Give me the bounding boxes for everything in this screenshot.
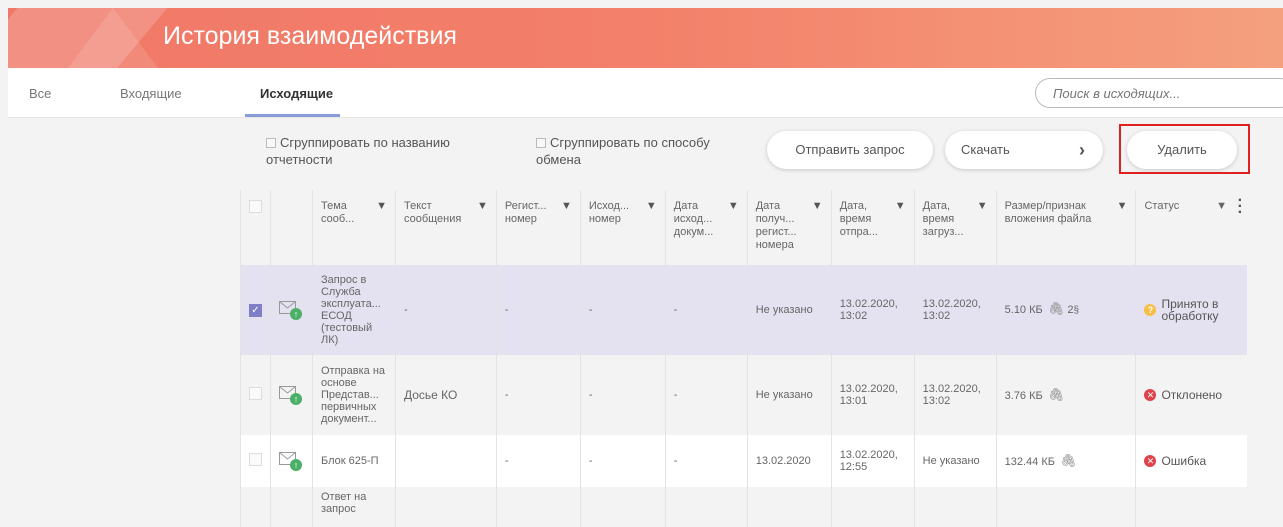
cell-sent: 13.02.2020, 13:02: [830, 265, 915, 355]
table-row[interactable]: ↑ Отправка на основе Представ... первичн…: [240, 355, 1247, 435]
attachment-icon[interactable]: 🖇: [1048, 301, 1065, 316]
cell-outdate: -: [664, 265, 748, 355]
group-by-name-checkbox[interactable]: Сгруппировать по названию отчетности: [266, 134, 466, 168]
cell-subject: Ответ на запрос: [311, 487, 396, 527]
column-header-out[interactable]: ▼ Исход... номер: [579, 190, 666, 265]
cell-subject: Запрос в Служба эксплуата... ЕСОД (тесто…: [311, 265, 396, 355]
more-vertical-icon[interactable]: · · ·: [1238, 193, 1243, 221]
column-header-outdate[interactable]: ▼ Дата исход... докум...: [664, 190, 748, 265]
cell-status: ✕ Ошибка: [1135, 435, 1247, 487]
filter-icon[interactable]: ▼: [1216, 200, 1227, 213]
pending-status-icon: ?: [1144, 304, 1157, 316]
cell-out: -: [579, 265, 666, 355]
filter-icon[interactable]: ▼: [561, 200, 572, 213]
filter-icon[interactable]: ▼: [728, 200, 739, 213]
cell-size: 132.44 КБ 🖇: [995, 435, 1136, 487]
messages-table: ▼ Тема сооб... ▼ Текст сообщения ▼ Регист..…: [240, 190, 1247, 527]
filter-icon[interactable]: ▼: [1117, 200, 1128, 213]
row-checkbox[interactable]: ✓: [249, 303, 262, 317]
cell-subject: Блок 625-П: [311, 435, 396, 487]
column-header-loaded[interactable]: ▼ Дата, время загруз...: [913, 190, 997, 265]
error-status-icon: ✕: [1144, 455, 1157, 467]
filter-icon[interactable]: ▼: [376, 200, 387, 213]
search-box[interactable]: [1035, 78, 1283, 108]
cell-reg: -: [495, 435, 581, 487]
page-title: История взаимодействия: [163, 22, 457, 50]
filter-icon[interactable]: ▼: [812, 200, 823, 213]
column-header-text[interactable]: ▼ Текст сообщения: [394, 190, 497, 265]
outgoing-message-icon: ↑: [279, 451, 302, 471]
cell-recvdate: 13.02.2020: [746, 435, 832, 487]
error-status-icon: ✕: [1144, 389, 1157, 401]
page-header: История взаимодействия: [8, 8, 1283, 68]
cell-outdate: -: [664, 435, 748, 487]
cell-reg: -: [495, 265, 581, 355]
cell-loaded: Не указано: [913, 435, 997, 487]
cell-text: Досье КО: [394, 355, 497, 435]
cell-recvdate: Не указано: [746, 355, 832, 435]
table-header-row: ▼ Тема сооб... ▼ Текст сообщения ▼ Регист..…: [240, 190, 1247, 265]
tab-incoming[interactable]: Входящие: [120, 86, 182, 101]
filter-icon[interactable]: ▼: [977, 200, 988, 213]
download-label: Скачать: [961, 142, 1010, 157]
table-row[interactable]: ✓ ↑ Запрос в Служба эксплуата... ЕСОД (т…: [240, 265, 1247, 355]
column-header-reg[interactable]: ▼ Регист... номер: [495, 190, 581, 265]
cell-size: 5.10 КБ 🖇 2§: [995, 265, 1136, 355]
cell-out: -: [579, 435, 666, 487]
outgoing-message-icon: ↑: [279, 300, 302, 320]
chevron-right-icon: ›: [1079, 140, 1085, 160]
cell-text: -: [394, 265, 497, 355]
highlight-box: [1119, 124, 1250, 174]
column-header-subject[interactable]: ▼ Тема сооб...: [311, 190, 396, 265]
cell-status: ? Принято в обработку: [1135, 265, 1247, 355]
table-row[interactable]: Ответ на запрос: [240, 487, 1247, 527]
row-checkbox[interactable]: [249, 387, 262, 400]
active-tab-indicator: [245, 114, 340, 117]
outgoing-message-icon: ↑: [279, 385, 302, 405]
cell-loaded: 13.02.2020, 13:02: [913, 265, 997, 355]
cell-recvdate: Не указано: [746, 265, 832, 355]
select-all-checkbox[interactable]: [249, 200, 262, 213]
column-header-sent[interactable]: ▼ Дата, время отпра...: [830, 190, 915, 265]
table-row[interactable]: ↑ Блок 625-П - - - 13.02.2020 13.02.2020…: [240, 435, 1247, 487]
search-input[interactable]: [1053, 86, 1283, 101]
cell-loaded: 13.02.2020, 13:02: [913, 355, 997, 435]
filter-icon[interactable]: ▼: [646, 200, 657, 213]
cell-status: ✕ Отклонено: [1135, 355, 1247, 435]
signature-icon: §: [1073, 305, 1079, 316]
cell-outdate: -: [664, 355, 748, 435]
filter-icon[interactable]: ▼: [477, 200, 488, 213]
download-button[interactable]: Скачать ›: [945, 131, 1103, 169]
checkbox-box[interactable]: [266, 138, 276, 148]
checkbox-box[interactable]: [536, 138, 546, 148]
tab-outgoing[interactable]: Исходящие: [260, 86, 333, 101]
column-header-status[interactable]: Статус ▼ · · ·: [1135, 190, 1247, 265]
filter-icon[interactable]: ▼: [895, 200, 906, 213]
group-by-exchange-checkbox[interactable]: Сгруппировать по способу обмена: [536, 134, 716, 168]
row-checkbox[interactable]: [249, 453, 262, 466]
tab-all[interactable]: Все: [29, 86, 51, 101]
send-request-button[interactable]: Отправить запрос: [767, 131, 933, 169]
cell-text: [394, 435, 497, 487]
column-header-recvdate[interactable]: ▼ Дата получ... регист... номера: [746, 190, 832, 265]
group-by-name-label: Сгруппировать по названию отчетности: [266, 135, 450, 167]
cell-sent: 13.02.2020, 12:55: [830, 435, 915, 487]
cell-out: -: [579, 355, 666, 435]
tab-bar: Все Входящие Исходящие: [8, 68, 1283, 118]
attachment-icon[interactable]: 🖇: [1048, 387, 1065, 402]
cell-subject: Отправка на основе Представ... первичных…: [311, 355, 396, 435]
column-header-size[interactable]: ▼ Размер/признак вложения файла: [995, 190, 1136, 265]
cell-sent: 13.02.2020, 13:01: [830, 355, 915, 435]
cell-size: 3.76 КБ 🖇: [995, 355, 1136, 435]
group-by-exchange-label: Сгруппировать по способу обмена: [536, 135, 710, 167]
attachment-icon[interactable]: 🖇: [1060, 453, 1077, 468]
cell-reg: -: [495, 355, 581, 435]
